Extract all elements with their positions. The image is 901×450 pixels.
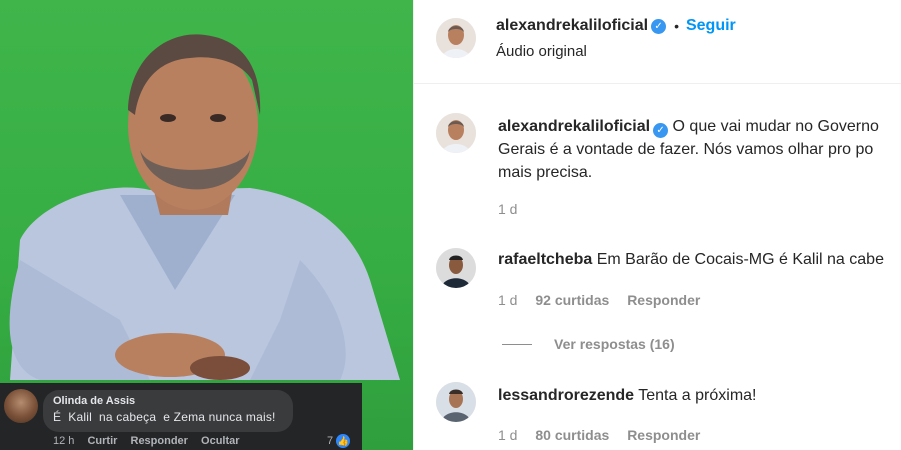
commenter-avatar <box>4 389 38 423</box>
caption-meta: 1 d <box>498 201 531 217</box>
audio-link[interactable]: Áudio original <box>496 43 587 60</box>
reaction-count: 7 <box>327 435 334 447</box>
reaction-summary: 7 👍 <box>327 434 351 448</box>
follow-button[interactable]: Seguir <box>686 17 736 35</box>
comment-text: É Kalil na cabeça e Zema nunca mais! <box>53 410 276 424</box>
comment-bubble: Olinda de Assis É Kalil na cabeça e Zema… <box>43 390 293 432</box>
like-link[interactable]: Curtir <box>87 435 117 447</box>
comment-likes[interactable]: 80 curtidas <box>535 427 609 443</box>
comment-text: Em Barão de Cocais-MG é Kalil na cabe <box>596 251 884 268</box>
comment-meta: 1 d 80 curtidas Responder <box>498 427 714 443</box>
caption-line-1: alexandrekaliloficial ✓ O que vai mudar n… <box>498 115 879 138</box>
commenter-avatar[interactable] <box>436 248 476 288</box>
caption-text-3: mais precisa. <box>498 164 593 181</box>
verified-badge-icon: ✓ <box>653 123 669 138</box>
comment-line: lessandrorezende Tenta a próxima! <box>498 384 757 407</box>
comment-text: Tenta a próxima! <box>638 387 757 404</box>
video-frame[interactable]: Olinda de Assis É Kalil na cabeça e Zema… <box>0 0 413 450</box>
caption-text-2: Gerais é a vontade de fazer. Nós vamos o… <box>498 141 874 158</box>
comment-username[interactable]: rafaeltcheba <box>498 251 592 268</box>
separator-dot: • <box>674 18 679 34</box>
replies-divider <box>502 343 532 345</box>
post-panel: alexandrekaliloficial ✓ • Seguir Áudio o… <box>413 0 901 450</box>
caption-username[interactable]: alexandrekaliloficial <box>498 118 650 135</box>
author-avatar[interactable] <box>436 18 476 58</box>
comment-username[interactable]: lessandrorezende <box>498 387 634 404</box>
comment-time: 12 h <box>53 435 75 447</box>
reply-button[interactable]: Responder <box>627 427 700 443</box>
comment-time[interactable]: 1 d <box>498 292 517 308</box>
comment-meta: 1 d 92 curtidas Responder <box>498 292 714 308</box>
author-username[interactable]: alexandrekaliloficial <box>496 17 648 35</box>
header-title-row: alexandrekaliloficial ✓ • Seguir <box>496 17 736 35</box>
caption-author-avatar[interactable] <box>436 113 476 153</box>
view-replies-button[interactable]: Ver respostas (16) <box>502 336 675 352</box>
commenter-avatar[interactable] <box>436 382 476 422</box>
comment-actions: 12 h Curtir Responder Ocultar <box>53 435 250 447</box>
reply-button[interactable]: Responder <box>627 292 700 308</box>
post-header: alexandrekaliloficial ✓ • Seguir Áudio o… <box>414 0 901 84</box>
comment-likes[interactable]: 92 curtidas <box>535 292 609 308</box>
caption-text-1: O que vai mudar no Governo <box>672 118 879 135</box>
view-replies-label: Ver respostas (16) <box>554 336 675 352</box>
thumbs-up-icon: 👍 <box>336 434 351 448</box>
hide-link[interactable]: Ocultar <box>201 435 240 447</box>
comment-time[interactable]: 1 d <box>498 427 517 443</box>
verified-badge-icon: ✓ <box>651 18 667 34</box>
overlay-comment: Olinda de Assis É Kalil na cabeça e Zema… <box>0 383 362 450</box>
comment-line: rafaeltcheba Em Barão de Cocais-MG é Kal… <box>498 248 884 271</box>
commenter-name: Olinda de Assis <box>53 395 136 407</box>
reply-link[interactable]: Responder <box>131 435 188 447</box>
caption-time[interactable]: 1 d <box>498 201 517 217</box>
